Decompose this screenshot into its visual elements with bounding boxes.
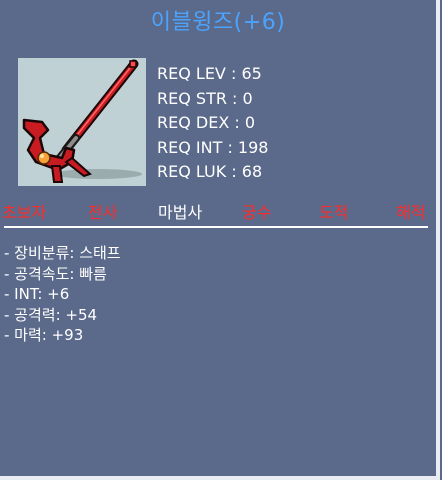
req-dex: REQ DEX : 0 xyxy=(157,113,256,132)
job-archer: 궁수 xyxy=(242,203,272,222)
job-list: 초보자 전사 마법사 궁수 도적 해적 xyxy=(0,199,436,223)
item-stats-list: - 장비분류: 스태프 - 공격속도: 빠름 - INT: +6 - 공격력: … xyxy=(4,243,121,346)
stat-int: - INT: +6 xyxy=(4,285,70,303)
stat-attack-speed: - 공격속도: 빠름 xyxy=(4,264,107,283)
stat-equipment-type: - 장비분류: 스태프 xyxy=(4,244,121,262)
requirements-list: REQ LEV : 65 REQ STR : 0 REQ DEX : 0 REQ… xyxy=(157,62,268,185)
job-beginner: 초보자 xyxy=(2,203,47,222)
stat-magic: - 마력: +93 xyxy=(4,326,84,344)
divider xyxy=(4,226,428,228)
job-pirate: 해적 xyxy=(396,203,426,222)
job-warrior: 전사 xyxy=(88,203,118,222)
req-int: REQ INT : 198 xyxy=(157,137,269,157)
red-staff-icon xyxy=(22,59,142,183)
job-thief: 도적 xyxy=(319,203,349,222)
req-luk: REQ LUK : 68 xyxy=(157,162,263,181)
req-str: REQ STR : 0 xyxy=(157,88,253,108)
job-magician: 마법사 xyxy=(158,203,203,222)
req-level: REQ LEV : 65 xyxy=(157,64,262,83)
stat-attack: - 공격력: +54 xyxy=(4,305,98,324)
item-title: 이블윙즈(+6) xyxy=(150,10,286,35)
item-icon-box xyxy=(18,58,146,186)
